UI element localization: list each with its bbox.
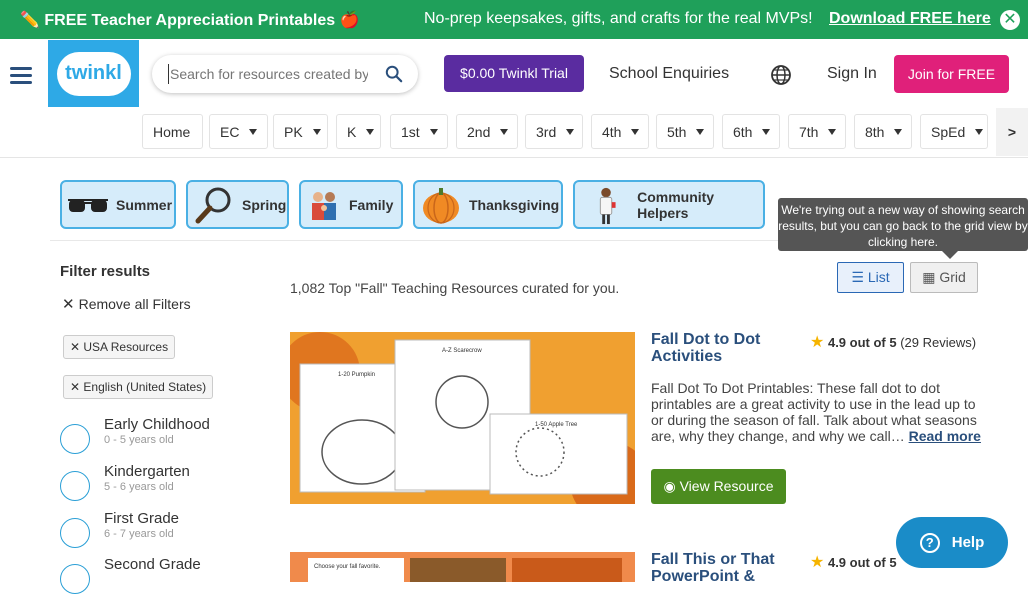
close-icon[interactable]: ✕	[1000, 10, 1020, 30]
grade-nav-more-button[interactable]: >	[996, 108, 1028, 156]
close-icon: ✕	[62, 296, 75, 313]
radio-circle[interactable]	[60, 424, 90, 454]
grade-8th[interactable]: 8th	[854, 114, 912, 149]
topic-family[interactable]: Family	[299, 180, 403, 229]
family-icon	[312, 191, 336, 220]
divider	[0, 157, 1028, 158]
grade-5th[interactable]: 5th	[656, 114, 714, 149]
caret-down-icon	[429, 128, 438, 135]
grade-home[interactable]: Home	[142, 114, 203, 149]
caret-down-icon	[762, 128, 771, 135]
caret-down-icon	[631, 128, 640, 135]
radio-circle[interactable]	[60, 518, 90, 548]
thumb-panel	[410, 558, 506, 582]
sunglasses-icon	[68, 198, 108, 212]
eye-icon: ◉	[663, 478, 680, 494]
twinkl-logo[interactable]: twinkl	[48, 40, 139, 107]
read-more-link[interactable]: Read more	[909, 428, 981, 444]
doctor-icon	[599, 187, 616, 224]
sign-in-link[interactable]: Sign In	[827, 65, 877, 83]
filter-title: Filter results	[60, 263, 151, 280]
caret-down-icon	[894, 128, 903, 135]
grade-2nd[interactable]: 2nd	[456, 114, 518, 149]
caret-down-icon	[975, 128, 984, 135]
grade-ec[interactable]: EC	[209, 114, 268, 149]
thumb-label: 1-50 Apple Tree	[535, 422, 578, 428]
radio-circle[interactable]	[60, 471, 90, 501]
resource-description: Fall Dot To Dot Printables: These fall d…	[651, 380, 981, 444]
promo-middle-text: No-prep keepsakes, gifts, and crafts for…	[424, 10, 813, 27]
caret-down-icon	[366, 128, 375, 135]
hamburger-menu-icon[interactable]	[10, 67, 32, 85]
list-view-button[interactable]: ☰ List	[837, 262, 904, 293]
resource-thumbnail[interactable]: 1-20 Pumpkin A-Z Scarecrow 1-50 Apple Tr…	[290, 332, 635, 504]
close-icon: ✕	[70, 380, 84, 394]
trial-button[interactable]: $0.00 Twinkl Trial	[444, 55, 584, 92]
caret-down-icon	[500, 128, 509, 135]
grid-icon: ▦	[922, 269, 940, 285]
resource-rating: ★ 4.9 out of 5 (29 Reviews)	[810, 334, 977, 351]
help-button[interactable]: ? Help	[896, 517, 1008, 568]
caret-down-icon	[312, 128, 321, 135]
topic-thanksgiving[interactable]: Thanksgiving	[413, 180, 563, 229]
topic-community-helpers[interactable]: Community Helpers	[573, 180, 765, 229]
promo-left-text: ✏️ FREE Teacher Appreciation Printables …	[20, 12, 360, 29]
grid-view-button[interactable]: ▦ Grid	[910, 262, 978, 293]
grade-4th[interactable]: 4th	[591, 114, 649, 149]
remove-all-filters-button[interactable]: ✕ Remove all Filters	[62, 295, 191, 313]
star-icon: ★	[810, 554, 825, 571]
grade-sped[interactable]: SpEd	[920, 114, 988, 149]
school-enquiries-link[interactable]: School Enquiries	[609, 65, 729, 83]
caret-down-icon	[696, 128, 705, 135]
dot-to-dot-preview-image	[290, 332, 635, 504]
grade-7th[interactable]: 7th	[788, 114, 846, 149]
thumb-label: Choose your fall favorite.	[314, 564, 381, 570]
filter-chip-usa[interactable]: ✕ USA Resources	[63, 335, 176, 359]
resource-title[interactable]: Fall This or That PowerPoint &	[651, 551, 801, 585]
globe-icon[interactable]	[770, 64, 792, 86]
divider	[50, 240, 778, 241]
view-resource-button[interactable]: ◉ View Resource	[651, 469, 786, 504]
list-icon: ☰	[851, 269, 868, 285]
grade-3rd[interactable]: 3rd	[525, 114, 583, 149]
search-icon[interactable]	[385, 65, 403, 83]
magnifying-glass-icon	[195, 187, 231, 223]
promo-banner: ✏️ FREE Teacher Appreciation Printables …	[0, 0, 1028, 39]
filter-chip-english[interactable]: ✕ English (United States)	[63, 375, 214, 399]
thumb-label: A-Z Scarecrow	[442, 348, 482, 354]
promo-download-link[interactable]: Download FREE here	[829, 10, 991, 28]
thumb-panel	[512, 558, 622, 582]
star-icon: ★	[810, 334, 825, 351]
pumpkin-icon	[423, 187, 459, 224]
search-bar	[152, 55, 418, 93]
grade-6th[interactable]: 6th	[722, 114, 780, 149]
caret-down-icon	[828, 128, 837, 135]
search-input[interactable]	[168, 64, 368, 84]
question-icon: ?	[919, 532, 940, 553]
thumb-panel	[308, 558, 404, 582]
close-icon: ✕	[70, 340, 84, 354]
join-button[interactable]: Join for FREE	[894, 55, 1009, 93]
thumb-label: 1-20 Pumpkin	[338, 372, 376, 378]
topic-summer[interactable]: Summer	[60, 180, 176, 229]
caret-down-icon	[566, 128, 575, 135]
grade-pk[interactable]: PK	[273, 114, 328, 149]
grade-1st[interactable]: 1st	[390, 114, 448, 149]
grade-k[interactable]: K	[336, 114, 381, 149]
caret-down-icon	[249, 128, 258, 135]
topic-spring[interactable]: Spring	[186, 180, 289, 229]
result-count: 1,082 Top "Fall" Teaching Resources cura…	[290, 280, 620, 296]
resource-title[interactable]: Fall Dot to Dot Activities	[651, 331, 801, 365]
radio-circle[interactable]	[60, 564, 90, 594]
resource-rating: ★ 4.9 out of 5	[810, 554, 897, 571]
view-toggle-tooltip: We're trying out a new way of showing se…	[778, 198, 1028, 259]
logo-text: twinkl	[65, 62, 122, 84]
